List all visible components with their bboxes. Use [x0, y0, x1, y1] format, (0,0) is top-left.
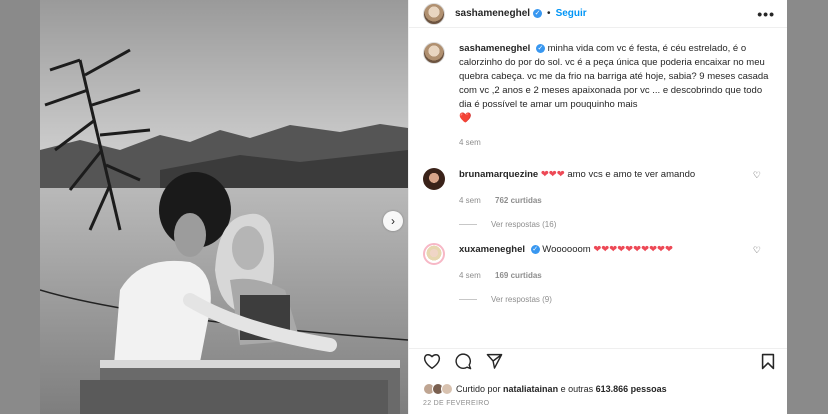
caption-emoji: ❤️	[459, 113, 472, 124]
heart-outline-icon[interactable]	[423, 353, 441, 374]
comment-row: brunamarquezine ❤❤❤ amo vcs e amo te ver…	[423, 168, 775, 208]
comment-hearts: ❤❤❤❤❤❤❤❤❤❤	[593, 244, 673, 255]
comment-meta: 4 sem 762 curtidas	[459, 194, 775, 208]
likes-count[interactable]: 613.866 pessoas	[596, 384, 667, 394]
share-icon[interactable]	[486, 353, 503, 374]
comment-username[interactable]: xuxameneghel	[459, 244, 525, 255]
separator-dot: •	[547, 8, 551, 19]
replies-divider	[459, 299, 477, 300]
instagram-post: › sashameneghel ✓ • Seguir ••• sashamene…	[40, 0, 787, 414]
author-username[interactable]: sashameneghel	[455, 8, 530, 19]
view-replies-button[interactable]: Ver respostas (9)	[459, 295, 775, 304]
liked-by-prefix: Curtido por	[456, 384, 501, 394]
author-avatar[interactable]	[423, 2, 445, 25]
liker-avatars[interactable]	[423, 383, 453, 395]
follow-button[interactable]: Seguir	[556, 8, 587, 19]
comment-username[interactable]: brunamarquezine	[459, 169, 538, 180]
comment-hearts: ❤❤❤	[540, 169, 565, 180]
view-replies-label[interactable]: Ver respostas (9)	[491, 295, 552, 304]
action-bar	[409, 348, 787, 378]
liked-by-suffix: e outras	[560, 384, 594, 394]
view-replies-button[interactable]: Ver respostas (16)	[459, 220, 775, 229]
liked-by-user[interactable]: nataliatainan	[503, 384, 558, 394]
comment-likes[interactable]: 169 curtidas	[495, 271, 542, 280]
comment-text: Woooooom	[542, 244, 591, 255]
verified-icon: ✓	[530, 244, 540, 254]
verified-icon: ✓	[533, 9, 543, 18]
replies-divider	[459, 224, 477, 225]
caption-meta: 4 sem	[459, 136, 771, 150]
heart-outline-icon[interactable]: ♡	[753, 245, 761, 256]
chevron-right-icon: ›	[391, 214, 395, 228]
verified-icon: ✓	[535, 43, 545, 53]
next-photo-button[interactable]: ›	[383, 211, 403, 231]
comment-time[interactable]: 4 sem	[459, 271, 481, 280]
caption-avatar[interactable]	[423, 42, 445, 64]
liked-by: Curtido por nataliatainan e outras 613.8…	[409, 378, 787, 400]
comment-time[interactable]: 4 sem	[459, 196, 481, 205]
heart-outline-icon[interactable]: ♡	[753, 170, 761, 181]
caption-row: sashameneghel ✓ minha vida com vc é fest…	[423, 42, 775, 150]
post-date[interactable]: 22 DE FEVEREIRO	[409, 400, 787, 414]
post-header: sashameneghel ✓ • Seguir •••	[409, 0, 787, 28]
post-sidebar: sashameneghel ✓ • Seguir ••• sashamenegh…	[408, 0, 787, 414]
couple-beach-photo	[40, 0, 408, 414]
commenter-avatar[interactable]	[423, 243, 445, 265]
comment-likes[interactable]: 762 curtidas	[495, 196, 542, 205]
caption-username[interactable]: sashameneghel	[459, 43, 530, 54]
view-replies-label[interactable]: Ver respostas (16)	[491, 220, 556, 229]
comment-meta: 4 sem 169 curtidas	[459, 269, 775, 283]
comment-text: amo vcs e amo te ver amando	[567, 169, 696, 180]
comment-row: xuxameneghel ✓ Woooooom ❤❤❤❤❤❤❤❤❤❤ 4 sem…	[423, 243, 775, 283]
post-photo[interactable]: ›	[40, 0, 408, 414]
comment-icon[interactable]	[455, 352, 472, 375]
commenter-avatar[interactable]	[423, 168, 445, 190]
comments-section[interactable]: sashameneghel ✓ minha vida com vc é fest…	[409, 28, 787, 348]
caption-time[interactable]: 4 sem	[459, 138, 481, 147]
more-options-icon[interactable]: •••	[757, 6, 775, 22]
bookmark-icon[interactable]	[761, 353, 775, 375]
